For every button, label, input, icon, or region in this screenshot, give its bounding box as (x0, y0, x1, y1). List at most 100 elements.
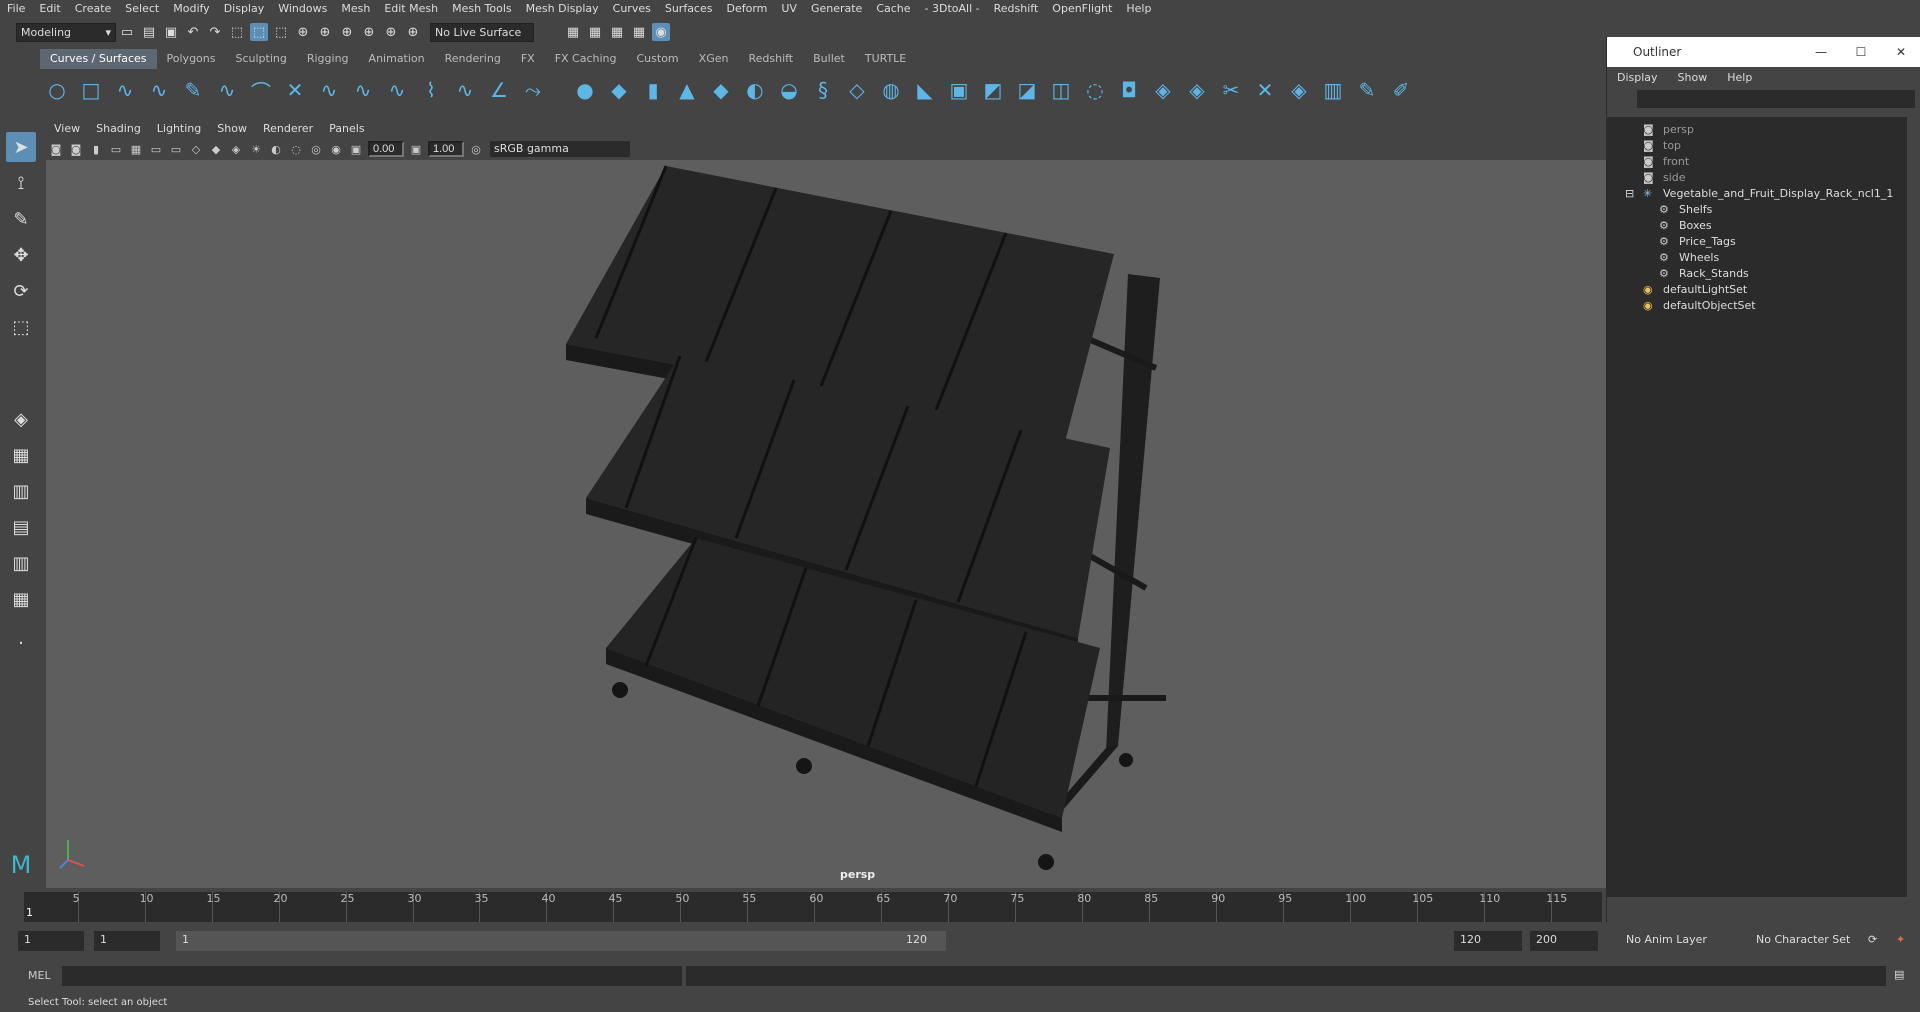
save-scene-icon[interactable]: ▣ (162, 23, 180, 41)
paint-select-icon[interactable]: ✎ (6, 204, 36, 234)
outliner-item[interactable]: ◉ defaultObjectSet (1643, 295, 1756, 315)
menu-modify[interactable]: Modify (166, 0, 216, 18)
menu-generate[interactable]: Generate (804, 0, 869, 18)
select-object-icon[interactable]: ⬚ (250, 23, 268, 41)
birail-icon[interactable]: ◣ (910, 75, 940, 105)
insert-isoparm-icon[interactable]: ◈ (1284, 75, 1314, 105)
layout-graph-icon[interactable]: ▦ (6, 584, 36, 614)
collapse-icon[interactable]: ⊟ (1625, 183, 1634, 203)
camera-icon[interactable]: ◙ (48, 141, 64, 157)
extrude-icon[interactable]: ◍ (876, 75, 906, 105)
viewport-3d[interactable] (46, 118, 1606, 888)
gamma-icon[interactable]: ▣ (408, 141, 424, 157)
nurbs-cone-icon[interactable]: ▲ (672, 75, 702, 105)
trim-icon[interactable]: ◘ (1114, 75, 1144, 105)
end-frame-field[interactable]: 200 (1530, 931, 1598, 951)
scale-tool-icon[interactable]: ⬚ (6, 312, 36, 342)
smooth-shade-icon[interactable]: ◆ (208, 141, 224, 157)
select-tool-icon[interactable]: ➤ (6, 132, 36, 162)
bezier-curve-icon[interactable]: ∿ (212, 75, 242, 105)
untrim-icon[interactable]: ◈ (1148, 75, 1178, 105)
anim-prefs-icon[interactable]: ⟳ (1862, 931, 1882, 951)
ipr-render-icon[interactable]: ▦ (586, 23, 604, 41)
time-slider-bar[interactable]: 5 10 15 20 25 30 35 40 45 50 55 60 65 70 75 80 85 90 95 100… (24, 892, 1602, 922)
open-close-icon[interactable]: ✕ (1250, 75, 1280, 105)
minimize-icon[interactable]: — (1801, 37, 1841, 67)
revolve-icon[interactable]: ◒ (774, 75, 804, 105)
redo-icon[interactable]: ↷ (206, 23, 224, 41)
arc-icon[interactable]: ⌒ (246, 75, 276, 105)
select-hierarchy-icon[interactable]: ⬚ (228, 23, 246, 41)
outliner-menu-help[interactable]: Help (1717, 71, 1762, 84)
shelf-tab-fx[interactable]: FX (511, 49, 545, 69)
detach-surfaces-icon[interactable]: ✂ (1216, 75, 1246, 105)
ep-curve-icon[interactable]: ∿ (144, 75, 174, 105)
curve-edit-icon[interactable]: ⤳ (518, 75, 548, 105)
extend-surface-icon[interactable]: ▥ (1318, 75, 1348, 105)
shelf-tab-turtle[interactable]: TURTLE (855, 49, 916, 69)
menu-edit[interactable]: Edit (32, 0, 67, 18)
menu-uv[interactable]: UV (774, 0, 804, 18)
menu-select[interactable]: Select (118, 0, 166, 18)
nurbs-circle-icon[interactable]: ○ (42, 75, 72, 105)
auto-key-icon[interactable]: ✦ (1890, 931, 1910, 951)
menu-cache[interactable]: Cache (869, 0, 917, 18)
snap-surface-icon[interactable]: ⊕ (382, 23, 400, 41)
shelf-tab-rigging[interactable]: Rigging (297, 49, 359, 69)
shelf-tab-polygons[interactable]: Polygons (157, 49, 226, 69)
insert-knot-icon[interactable]: ∿ (348, 75, 378, 105)
hypershade-icon[interactable]: ▦ (630, 23, 648, 41)
character-set-select[interactable]: No Character Set (1750, 931, 1870, 951)
mel-input[interactable] (62, 966, 682, 986)
mode-selector[interactable]: Modeling ▾ (16, 22, 116, 42)
new-scene-icon[interactable]: ▭ (118, 23, 136, 41)
menu-display[interactable]: Display (217, 0, 272, 18)
shelf-tab-bullet[interactable]: Bullet (803, 49, 855, 69)
shelf-tab-redshift[interactable]: Redshift (738, 49, 803, 69)
add-points-icon[interactable]: ∠ (484, 75, 514, 105)
menu-mesh-display[interactable]: Mesh Display (519, 0, 606, 18)
panel-menu-view[interactable]: View (46, 122, 88, 135)
detach-curves-icon[interactable]: ∿ (314, 75, 344, 105)
nurbs-square-icon[interactable]: □ (76, 75, 106, 105)
loft-icon[interactable]: § (808, 75, 838, 105)
panel-menu-shading[interactable]: Shading (88, 122, 149, 135)
nurbs-cylinder-icon[interactable]: ▮ (638, 75, 668, 105)
project-curve-icon[interactable]: ◌ (1080, 75, 1110, 105)
panel-menu-renderer[interactable]: Renderer (255, 122, 321, 135)
textured-icon[interactable]: ◈ (228, 141, 244, 157)
live-surface-field[interactable]: No Live Surface (430, 22, 534, 42)
nurbs-sphere-icon[interactable]: ● (570, 75, 600, 105)
cv-curve-icon[interactable]: ∿ (110, 75, 140, 105)
attach-curves-icon[interactable]: ✕ (280, 75, 310, 105)
attach-surfaces-icon[interactable]: ◈ (1182, 75, 1212, 105)
render-view-icon[interactable]: ◉ (652, 23, 670, 41)
menu-windows[interactable]: Windows (271, 0, 334, 18)
render-settings-icon[interactable]: ▦ (608, 23, 626, 41)
isolate-icon[interactable]: ◉ (328, 141, 344, 157)
intersect-icon[interactable]: ◫ (1046, 75, 1076, 105)
bookmark-icon[interactable]: ▮ (88, 141, 104, 157)
menu-surfaces[interactable]: Surfaces (658, 0, 720, 18)
playback-end-field[interactable]: 120 (1454, 931, 1522, 951)
menu-mesh-tools[interactable]: Mesh Tools (445, 0, 519, 18)
nurbs-torus-icon[interactable]: ◐ (740, 75, 770, 105)
panel-menu-panels[interactable]: Panels (321, 122, 372, 135)
menu-curves[interactable]: Curves (606, 0, 658, 18)
shelf-tab-curves-surfaces[interactable]: Curves / Surfaces (40, 49, 157, 69)
undo-icon[interactable]: ↶ (184, 23, 202, 41)
menu-create[interactable]: Create (68, 0, 119, 18)
extend-curve-icon[interactable]: ∿ (382, 75, 412, 105)
menu-openflight[interactable]: OpenFlight (1045, 0, 1119, 18)
layout-outliner-icon[interactable]: ▥ (6, 548, 36, 578)
offset-curve-icon[interactable]: ⌇ (416, 75, 446, 105)
square-surface-icon[interactable]: ◪ (1012, 75, 1042, 105)
layout-four-icon[interactable]: ▦ (6, 440, 36, 470)
lights-icon[interactable]: ☀ (248, 141, 264, 157)
outliner-search[interactable] (1637, 90, 1915, 108)
open-scene-icon[interactable]: ▤ (140, 23, 158, 41)
surface-edit-icon[interactable]: ✐ (1386, 75, 1416, 105)
outliner-menu-show[interactable]: Show (1668, 71, 1718, 84)
pencil-curve-icon[interactable]: ✎ (178, 75, 208, 105)
shadows-icon[interactable]: ◐ (268, 141, 284, 157)
